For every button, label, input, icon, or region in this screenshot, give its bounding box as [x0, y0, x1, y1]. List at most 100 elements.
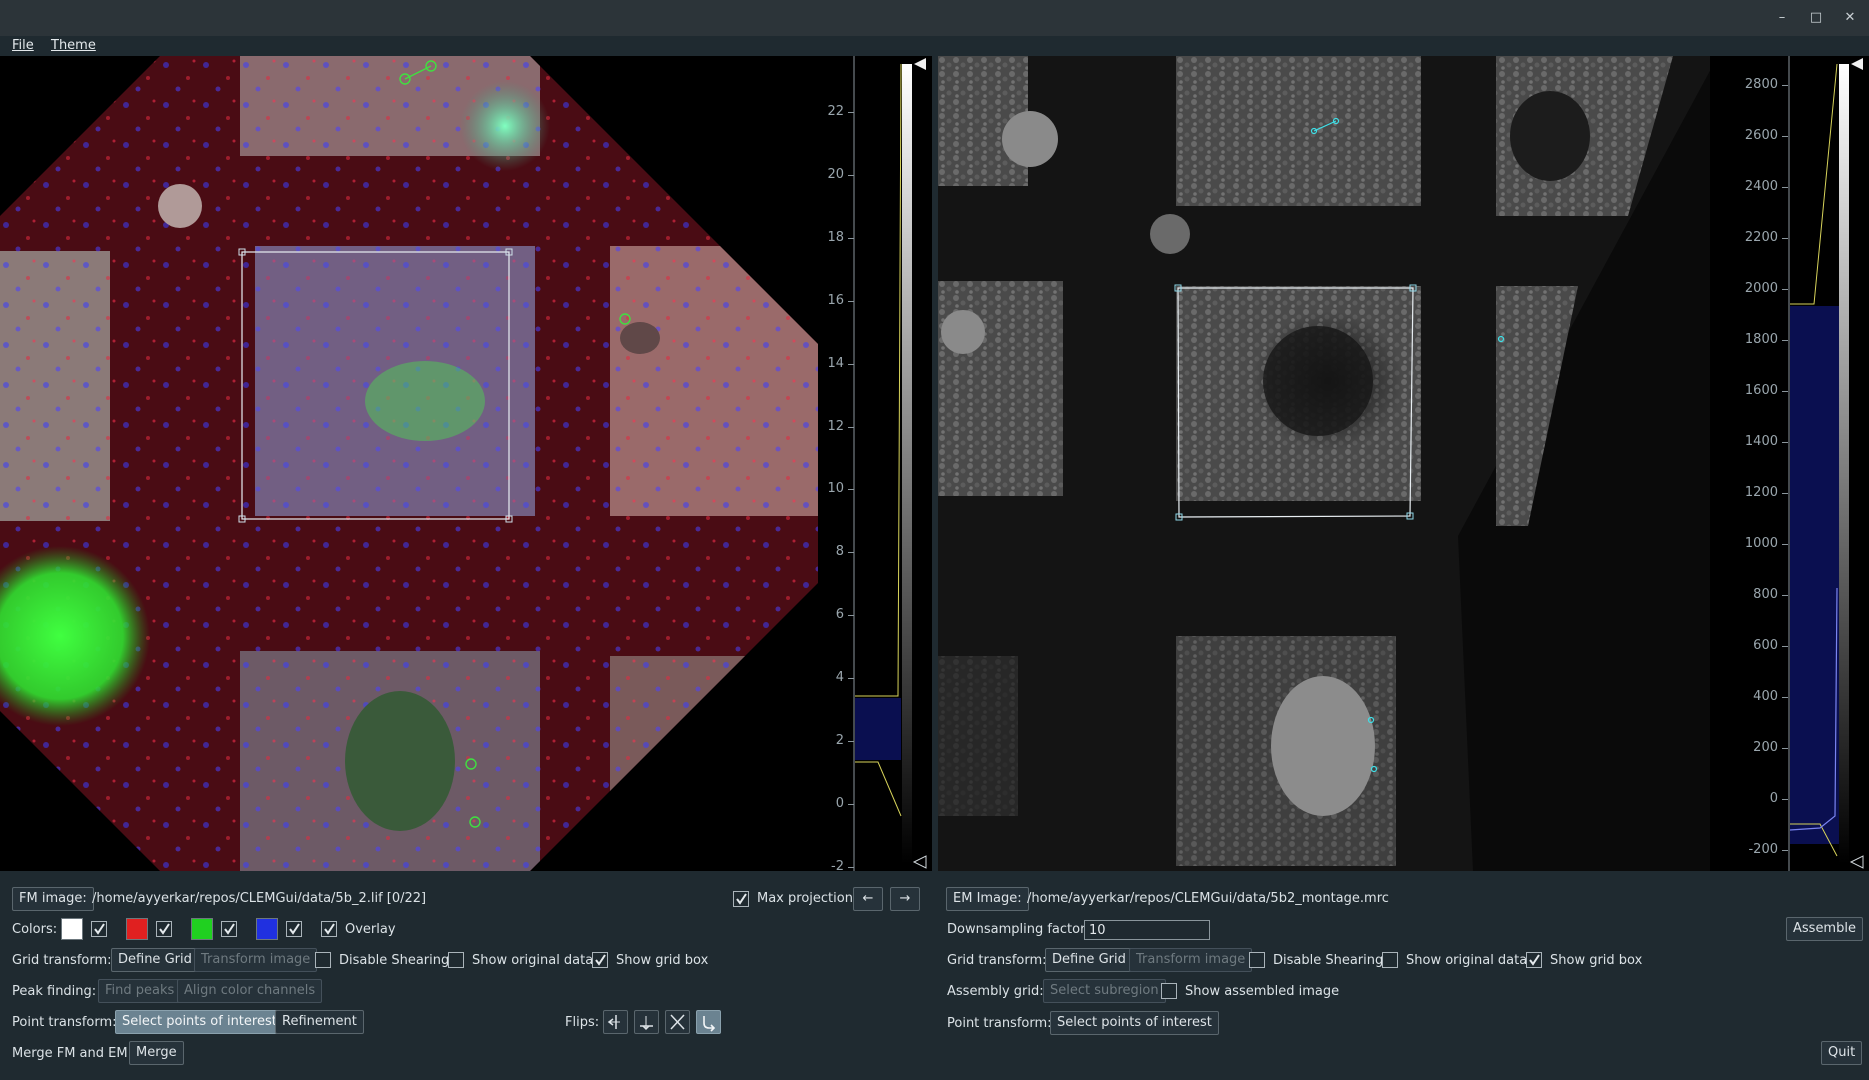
peak-finding-label: Peak finding: [12, 984, 97, 999]
downsampling-label: Downsampling factor: [947, 922, 1090, 937]
transpose-button[interactable] [665, 1010, 690, 1034]
histogram-tick-mark [1782, 595, 1788, 596]
histogram-tick-mark [1782, 544, 1788, 545]
em-histogram-ticks: 2800 2600 2400 2200 2000 1800 1600 1400 1200 1000… [1710, 56, 1788, 871]
refinement-button[interactable]: Refinement [275, 1010, 364, 1034]
fm-image-button[interactable]: FM image: [12, 887, 94, 911]
histogram-tick-label: 10 [827, 481, 844, 497]
histogram-tick-mark [1782, 136, 1788, 137]
show-assembled-checkbox[interactable] [1161, 983, 1177, 999]
histogram-tick-mark [1782, 646, 1788, 647]
max-projection-label: Max projection [757, 891, 853, 906]
channel-4-color-swatch[interactable] [256, 918, 278, 940]
histogram-tick-label: 16 [827, 292, 844, 308]
quit-button[interactable]: Quit [1821, 1041, 1863, 1065]
channel-3-checkbox[interactable] [221, 921, 237, 937]
histogram-tick-mark [848, 489, 854, 491]
fm-show-original-label: Show original data [472, 953, 594, 968]
histogram-tick-mark [1782, 340, 1788, 341]
downsampling-input[interactable] [1084, 920, 1210, 940]
histogram-tick-mark [1782, 442, 1788, 443]
histogram-tick-label: 800 [1753, 587, 1778, 602]
histogram-tick-mark [848, 615, 854, 617]
histogram-tick-label: 1600 [1744, 383, 1778, 398]
fm-image-canvas[interactable] [0, 56, 818, 871]
title-bar: – □ ✕ [0, 0, 1869, 36]
histogram-tick-mark [848, 866, 854, 868]
histogram-tick-label: -2 [831, 858, 844, 874]
menu-file[interactable]: File [12, 38, 34, 53]
histogram-tick-label: 12 [827, 418, 844, 434]
minimize-button[interactable]: – [1770, 8, 1794, 28]
histogram-tick-mark [848, 237, 854, 239]
flip-horizontal-button[interactable] [603, 1010, 628, 1034]
em-image-canvas[interactable] [938, 56, 1710, 871]
fm-select-poi-button[interactable]: Select points of interest [115, 1010, 284, 1034]
histogram-tick-mark [848, 678, 854, 680]
histogram-tick-label: 2000 [1744, 281, 1778, 296]
merge-button[interactable]: Merge [129, 1041, 184, 1065]
histogram-tick-label: 200 [1753, 740, 1778, 755]
fm-point-transform-label: Point transform: [12, 1015, 117, 1030]
em-show-original-checkbox[interactable] [1382, 952, 1398, 968]
em-disable-shearing-checkbox[interactable] [1249, 952, 1265, 968]
em-show-original-label: Show original data [1406, 953, 1528, 968]
overlay-checkbox[interactable] [321, 921, 337, 937]
em-show-grid-box-checkbox[interactable] [1526, 952, 1542, 968]
assembly-grid-label: Assembly grid: [947, 984, 1044, 999]
max-projection-checkbox[interactable] [733, 891, 749, 907]
histogram-tick-mark [1782, 391, 1788, 392]
flip-vertical-button[interactable] [634, 1010, 659, 1034]
fm-define-grid-button[interactable]: Define Grid [111, 948, 199, 972]
em-disable-shearing-label: Disable Shearing [1273, 953, 1384, 968]
channel-1-checkbox[interactable] [91, 921, 107, 937]
fm-transform-image-button[interactable]: Transform image [194, 948, 318, 972]
histogram-tick-mark [848, 803, 854, 805]
next-slice-button[interactable]: → [890, 887, 920, 911]
flips-label: Flips: [565, 1015, 600, 1030]
rotate-button[interactable] [696, 1010, 721, 1034]
histogram-tick-mark [848, 363, 854, 365]
histogram-tick-mark [848, 300, 854, 302]
histogram-tick-label: 2200 [1744, 230, 1778, 245]
histogram-tick-label: 4 [835, 670, 844, 686]
fm-grid-transform-label: Grid transform: [12, 953, 112, 968]
close-button[interactable]: ✕ [1838, 8, 1862, 28]
fm-show-grid-box-checkbox[interactable] [592, 952, 608, 968]
em-image-button[interactable]: EM Image: [946, 887, 1029, 911]
fm-show-original-checkbox[interactable] [448, 952, 464, 968]
histogram-tick-label: 6 [835, 607, 844, 623]
em-transform-image-button[interactable]: Transform image [1129, 948, 1253, 972]
histogram-tick-label: 0 [1769, 791, 1778, 806]
fm-image-view[interactable] [0, 56, 818, 871]
channel-2-checkbox[interactable] [156, 921, 172, 937]
prev-slice-button[interactable]: ← [853, 887, 883, 911]
assemble-button[interactable]: Assemble [1786, 917, 1863, 941]
menu-bar: File Theme [0, 36, 1869, 56]
em-select-poi-button[interactable]: Select points of interest [1050, 1011, 1219, 1035]
histogram-tick-label: 20 [827, 166, 844, 182]
fm-disable-shearing-checkbox[interactable] [315, 952, 331, 968]
histogram-tick-mark [1782, 289, 1788, 290]
histogram-tick-label: 22 [827, 104, 844, 119]
channel-4-checkbox[interactable] [286, 921, 302, 937]
channel-2-color-swatch[interactable] [126, 918, 148, 940]
merge-label: Merge FM and EM: [12, 1046, 132, 1061]
histogram-tick-mark [1782, 85, 1788, 86]
channel-1-color-swatch[interactable] [61, 918, 83, 940]
histogram-tick-mark [1782, 850, 1788, 851]
fm-histogram-ticks: 22 20 18 16 14 12 10 8 6 4 2 0 -2 [818, 56, 854, 874]
align-color-channels-button[interactable]: Align color channels [177, 979, 323, 1003]
find-peaks-button[interactable]: Find peaks [98, 979, 182, 1003]
menu-theme[interactable]: Theme [51, 38, 96, 53]
histogram-tick-label: 8 [835, 544, 844, 560]
histogram-tick-mark [1782, 697, 1788, 698]
channel-3-color-swatch[interactable] [191, 918, 213, 940]
maximize-button[interactable]: □ [1804, 8, 1828, 28]
em-image-view[interactable] [938, 56, 1710, 871]
histogram-tick-label: 1800 [1744, 332, 1778, 347]
select-subregion-button[interactable]: Select subregion [1043, 979, 1166, 1003]
em-define-grid-button[interactable]: Define Grid [1045, 948, 1133, 972]
rotate-icon [703, 1016, 716, 1032]
transpose-icon [670, 1014, 685, 1030]
